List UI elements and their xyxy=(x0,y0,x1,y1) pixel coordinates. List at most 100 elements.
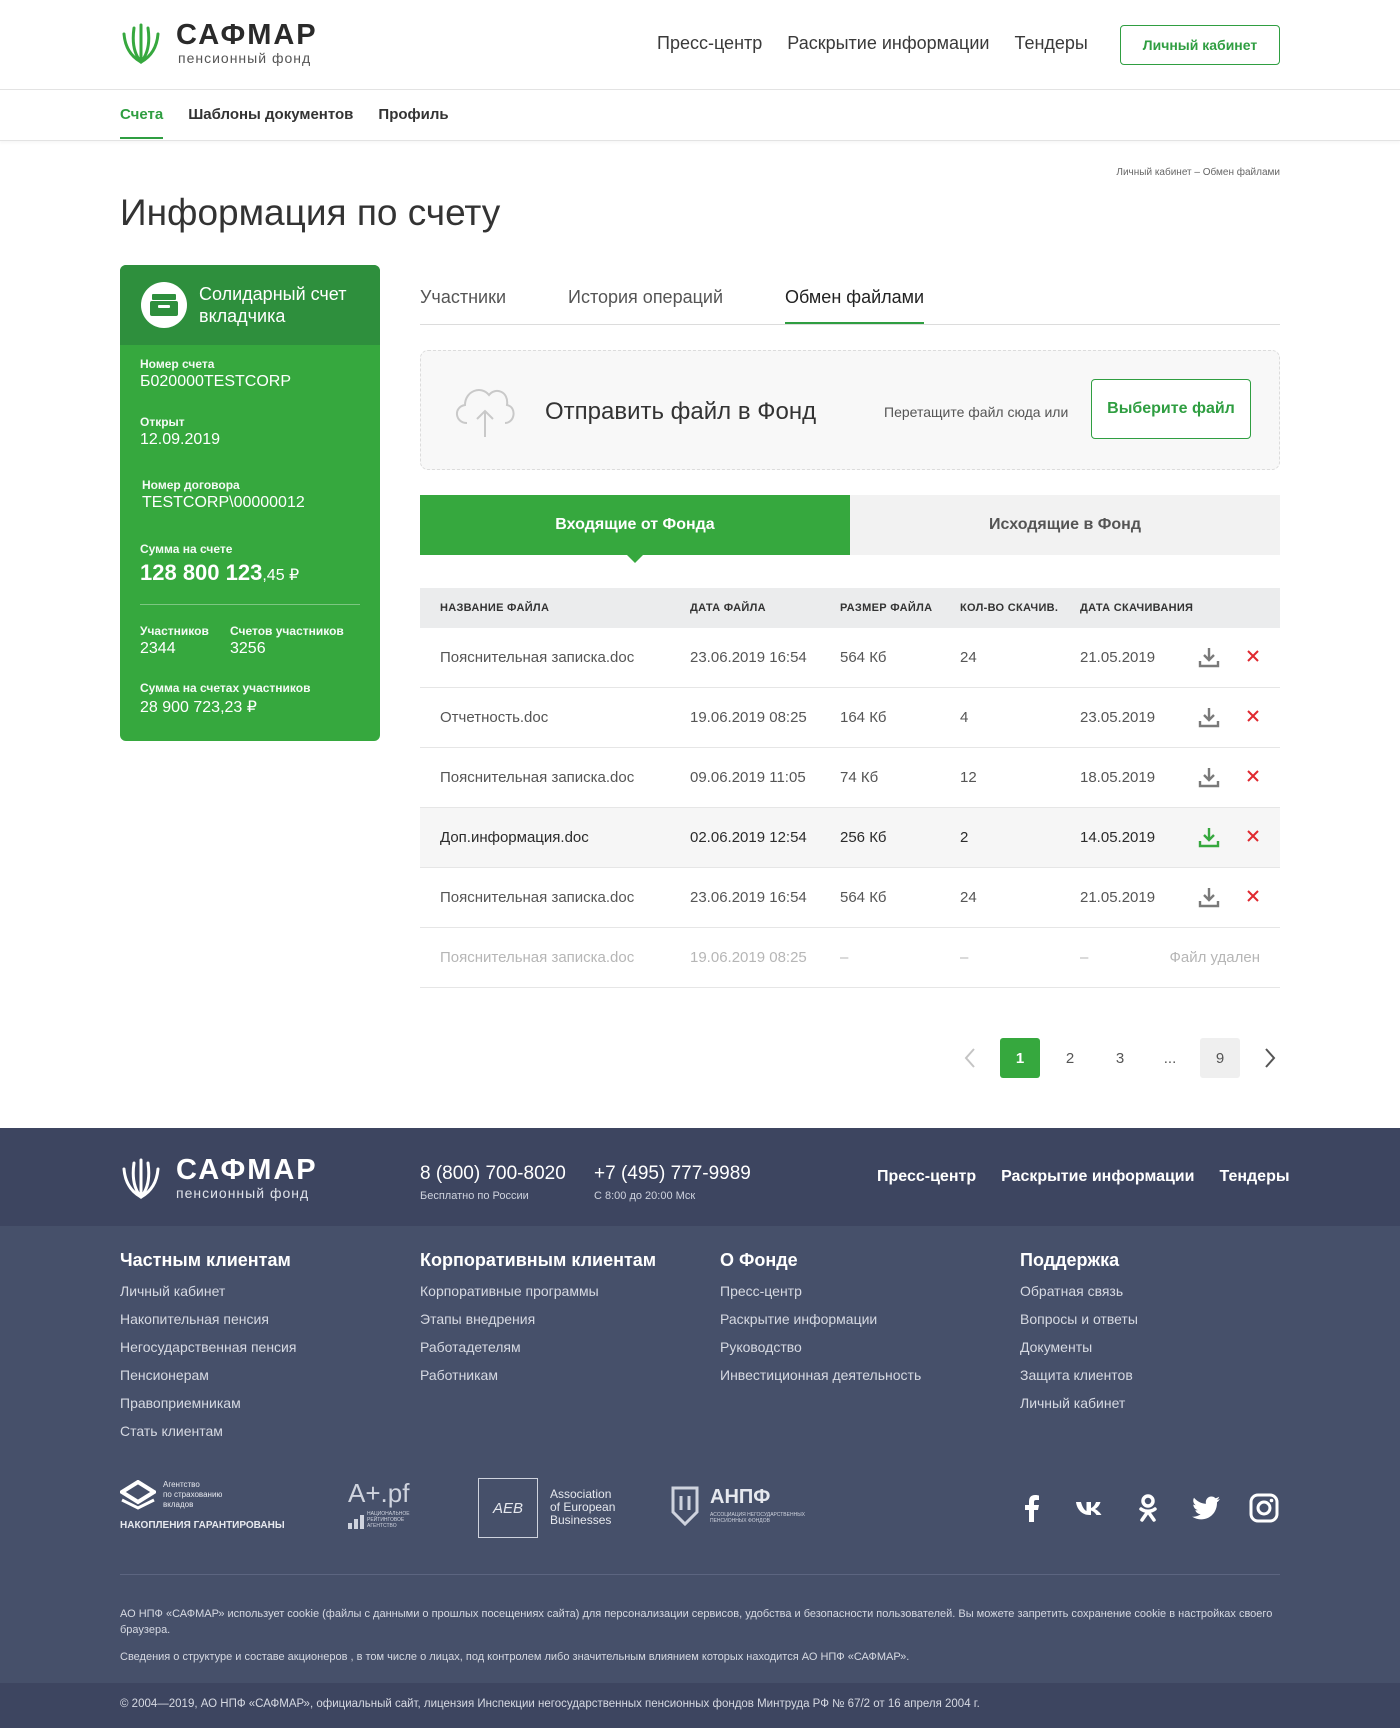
download-icon[interactable] xyxy=(1198,706,1220,732)
phone-moscow-number[interactable]: +7 (495) 777-9989 xyxy=(594,1163,751,1185)
footer-link[interactable]: Личный кабинет xyxy=(1020,1395,1320,1423)
file-name[interactable]: Пояснительная записка.doc xyxy=(440,649,634,666)
tab-members[interactable]: Участники xyxy=(420,265,506,324)
file-date: 23.06.2019 16:54 xyxy=(690,889,807,906)
footer-link[interactable]: Инвестиционная деятельность xyxy=(720,1367,1020,1395)
page-3[interactable]: 3 xyxy=(1100,1038,1140,1078)
site-footer: САФМАР пенсионный фонд 8 (800) 700-8020 … xyxy=(0,1128,1400,1728)
footer-link[interactable]: Пенсионерам xyxy=(120,1367,420,1395)
nav-press-center[interactable]: Пресс-центр xyxy=(657,33,762,54)
inbox-icon xyxy=(141,282,187,328)
table-row: Доп.информация.doc 02.06.2019 12:54 256 Кб… xyxy=(420,808,1280,868)
download-icon[interactable] xyxy=(1198,646,1220,672)
download-count: 24 xyxy=(960,889,977,906)
page-1[interactable]: 1 xyxy=(1000,1038,1040,1078)
leaf-logo-icon xyxy=(122,1158,160,1199)
personal-cabinet-button[interactable]: Личный кабинет xyxy=(1120,25,1280,65)
subnav-accounts[interactable]: Счета xyxy=(120,106,164,139)
rating-logo[interactable]: A+.pf НАЦИОНАЛЬНОЕ РЕЙТИНГОВОЕ АГЕНТСТВО xyxy=(348,1478,422,1529)
footer-nav-press-center[interactable]: Пресс-центр xyxy=(877,1168,976,1186)
members-block: Участников 2344 xyxy=(140,624,209,658)
asv-line-1: Агентство xyxy=(163,1480,200,1489)
file-name[interactable]: Отчетность.doc xyxy=(440,709,548,726)
subnav-document-templates[interactable]: Шаблоны документов xyxy=(188,106,353,139)
delete-icon[interactable] xyxy=(1246,829,1260,847)
footer-link[interactable]: Стать клиентам xyxy=(120,1423,420,1451)
footer-link[interactable]: Этапы внедрения xyxy=(420,1311,720,1339)
download-date: – xyxy=(1080,949,1089,966)
footer-link[interactable]: Работадетелям xyxy=(420,1339,720,1367)
footer-nav-tenders[interactable]: Тендеры xyxy=(1219,1168,1289,1186)
phone-free[interactable]: 8 (800) 700-8020 Бесплатно по России xyxy=(420,1163,566,1202)
odnoklassniki-icon[interactable] xyxy=(1132,1492,1164,1524)
footer-column-title: Поддержка xyxy=(1020,1250,1120,1270)
delete-icon[interactable] xyxy=(1246,769,1260,787)
footer-link[interactable]: Вопросы и ответы xyxy=(1020,1311,1320,1339)
footer-link[interactable]: Документы xyxy=(1020,1339,1320,1367)
footer-link[interactable]: Негосударственная пенсия xyxy=(120,1339,420,1367)
footer-link[interactable]: Защита клиентов xyxy=(1020,1367,1320,1395)
page-2[interactable]: 2 xyxy=(1050,1038,1090,1078)
file-upload-dropzone[interactable]: Отправить файл в Фонд Перетащите файл сю… xyxy=(420,350,1280,470)
account-tabs: Участники История операций Обмен файлами xyxy=(420,265,1280,325)
file-name[interactable]: Доп.информация.doc xyxy=(440,829,589,846)
brand-logo[interactable]: САФМАР пенсионный фонд xyxy=(120,20,318,66)
delete-icon[interactable] xyxy=(1246,709,1260,727)
tab-operations-history[interactable]: История операций xyxy=(568,265,723,324)
facebook-icon[interactable] xyxy=(1016,1492,1048,1524)
footer-link[interactable]: Личный кабинет xyxy=(120,1283,420,1311)
file-name[interactable]: Пояснительная записка.doc xyxy=(440,949,634,966)
footer-link[interactable]: Накопительная пенсия xyxy=(120,1311,420,1339)
files-table: НАЗВАНИЕ ФАЙЛА ДАТА ФАЙЛА РАЗМЕР ФАЙЛА К… xyxy=(420,588,1280,988)
brand-name: САФМАР xyxy=(176,19,318,51)
member-accounts-label: Счетов участников xyxy=(230,624,344,638)
footer-link[interactable]: Раскрытие информации xyxy=(720,1311,1020,1339)
account-number-block: Номер счета Б020000TESTCORP xyxy=(140,357,291,391)
members-label: Участников xyxy=(140,624,209,638)
footer-link[interactable]: Пресс-центр xyxy=(720,1283,1020,1311)
footer-column-title: Частным клиентам xyxy=(120,1250,291,1270)
bars-icon xyxy=(348,1515,364,1529)
instagram-icon[interactable] xyxy=(1248,1492,1280,1524)
footer-link[interactable]: Работникам xyxy=(420,1367,720,1395)
footer-link[interactable]: Правоприемникам xyxy=(120,1395,420,1423)
footer-link[interactable]: Руководство xyxy=(720,1339,1020,1367)
footer-column-title: О Фонде xyxy=(720,1250,798,1270)
member-accounts-block: Счетов участников 3256 xyxy=(230,624,344,658)
download-date: 21.05.2019 xyxy=(1080,649,1156,666)
footer-link[interactable]: Обратная связь xyxy=(1020,1283,1320,1311)
table-header: НАЗВАНИЕ ФАЙЛА ДАТА ФАЙЛА РАЗМЕР ФАЙЛА К… xyxy=(420,588,1280,628)
phone-free-number[interactable]: 8 (800) 700-8020 xyxy=(420,1163,566,1185)
footer-link[interactable]: Корпоративные программы xyxy=(420,1283,720,1311)
phone-moscow[interactable]: +7 (495) 777-9989 С 8:00 до 20:00 Мск xyxy=(594,1163,751,1202)
shareholders-link[interactable]: Сведения о структуре и составе акционеро… xyxy=(120,1649,1280,1665)
file-name[interactable]: Пояснительная записка.doc xyxy=(440,889,634,906)
vk-icon[interactable] xyxy=(1074,1492,1106,1524)
file-size: – xyxy=(840,949,849,966)
nav-disclosure[interactable]: Раскрытие информации xyxy=(787,33,989,54)
incoming-from-fund-tab[interactable]: Входящие от Фонда xyxy=(420,495,850,563)
outgoing-to-fund-tab[interactable]: Исходящие в Фонд xyxy=(850,495,1280,555)
aeb-logo[interactable]: AEB Association of European Businesses xyxy=(478,1478,615,1538)
footer-nav-disclosure[interactable]: Раскрытие информации xyxy=(1001,1168,1194,1186)
delete-icon[interactable] xyxy=(1246,649,1260,667)
file-name[interactable]: Пояснительная записка.doc xyxy=(440,769,634,786)
delete-icon[interactable] xyxy=(1246,889,1260,907)
subnav-profile[interactable]: Профиль xyxy=(378,106,448,139)
twitter-icon[interactable] xyxy=(1190,1492,1222,1524)
next-page-chevron-icon[interactable] xyxy=(1250,1038,1290,1078)
breadcrumb[interactable]: Личный кабинет – Обмен файлами xyxy=(1116,167,1280,178)
download-icon[interactable] xyxy=(1198,886,1220,912)
prev-page-chevron-icon[interactable] xyxy=(950,1038,990,1078)
download-date: 21.05.2019 xyxy=(1080,889,1156,906)
tab-file-exchange[interactable]: Обмен файлами xyxy=(785,265,925,324)
nav-tenders[interactable]: Тендеры xyxy=(1014,33,1087,54)
file-date: 19.06.2019 08:25 xyxy=(690,949,807,966)
table-row: Пояснительная записка.doc 23.06.2019 16:5… xyxy=(420,868,1280,928)
download-icon[interactable] xyxy=(1198,766,1220,792)
choose-file-button[interactable]: Выберите файл xyxy=(1091,379,1251,439)
download-icon[interactable] xyxy=(1198,826,1220,852)
page-9[interactable]: 9 xyxy=(1200,1038,1240,1078)
footer-logo[interactable]: САФМАР пенсионный фонд xyxy=(120,1155,318,1201)
download-count: – xyxy=(960,949,969,966)
